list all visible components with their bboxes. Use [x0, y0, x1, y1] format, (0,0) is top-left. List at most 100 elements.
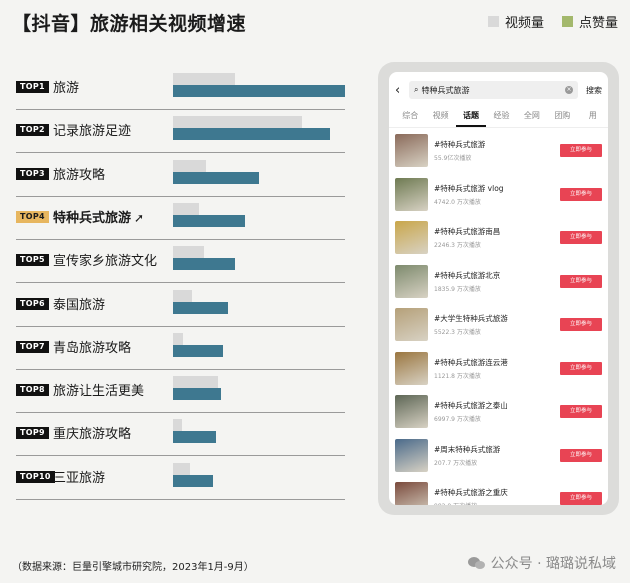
- tab-4[interactable]: 全网: [517, 105, 547, 127]
- back-arrow-icon[interactable]: ‹: [395, 83, 409, 98]
- topic-title: #特种兵式旅游 vlog: [434, 183, 504, 193]
- watermark: 公众号 · 璐璐说私域: [467, 553, 616, 573]
- wechat-icon: [467, 556, 486, 570]
- list-item[interactable]: #特种兵式旅游之重庆 982.0 万次播放 立即参与: [395, 478, 602, 505]
- phone-mockup: ‹ ⌕ 特种兵式旅游 × 搜索 综合 视频 话题 经验 全网 团购用 #特种兵式旅游 55.…: [378, 62, 619, 515]
- search-bar: ‹ ⌕ 特种兵式旅游 × 搜索: [395, 80, 602, 100]
- play-count: 207.7 万次播放: [434, 459, 478, 467]
- category-label: 三亚旅游: [53, 470, 106, 486]
- play-count: 6997.9 万次播放: [434, 416, 481, 423]
- data-source-note: （数据来源：巨量引擎城市研究院，2023年1月-9月）: [12, 562, 254, 573]
- search-query: 特种兵式旅游: [421, 85, 470, 95]
- join-button[interactable]: 立即参与: [560, 492, 602, 505]
- list-item[interactable]: #特种兵式旅游 vlog 4742.0 万次播放 立即参与: [395, 174, 602, 218]
- rank-badge: TOP4: [16, 210, 49, 223]
- watermark-text: 公众号 · 璐璐说私域: [490, 556, 616, 572]
- topic-title: #特种兵式旅游之重庆: [434, 488, 508, 497]
- rank-badge: TOP10: [16, 470, 55, 483]
- list-item[interactable]: #周末特种兵式旅游 207.7 万次播放 立即参与: [395, 435, 602, 479]
- category-label: 宣传家乡旅游文化: [53, 254, 158, 270]
- play-count: 982.0 万次播放: [434, 501, 477, 505]
- bar-like-count: [173, 301, 229, 314]
- search-button[interactable]: 搜索: [586, 85, 602, 96]
- chart-row: TOP7 青岛旅游攻略: [16, 328, 345, 370]
- topic-thumbnail: [395, 134, 428, 167]
- play-count: 5522.3 万次播放: [434, 329, 481, 336]
- category-label: 旅游攻略: [53, 167, 106, 183]
- phone-screen: ‹ ⌕ 特种兵式旅游 × 搜索 综合 视频 话题 经验 全网 团购用 #特种兵式旅游 55.…: [389, 72, 608, 505]
- rank-badge: TOP7: [16, 340, 49, 353]
- join-button[interactable]: 立即参与: [560, 274, 602, 288]
- join-button[interactable]: 立即参与: [560, 361, 602, 375]
- join-button[interactable]: 立即参与: [560, 318, 602, 331]
- join-button[interactable]: 立即参与: [560, 231, 602, 244]
- topic-title: #特种兵式旅游连云港: [434, 357, 508, 367]
- clear-icon[interactable]: ×: [565, 86, 573, 94]
- list-item[interactable]: #大学生特种兵式旅游 5522.3 万次播放 立即参与: [395, 304, 602, 348]
- bar-like-count: [173, 388, 222, 401]
- topic-title: #大学生特种兵式旅游: [434, 314, 508, 323]
- list-item[interactable]: #特种兵式旅游南昌 2246.3 万次播放 立即参与: [395, 217, 602, 261]
- bar-video-count: [173, 462, 191, 475]
- list-item[interactable]: #特种兵式旅游之泰山 6997.9 万次播放 立即参与: [395, 391, 602, 435]
- chart-row: TOP9 重庆旅游攻略: [16, 414, 345, 457]
- topic-thumbnail: [395, 438, 428, 472]
- bar-video-count: [173, 73, 235, 85]
- category-label: 重庆旅游攻略: [53, 427, 132, 443]
- bar-video-count: [173, 419, 182, 432]
- join-button[interactable]: 立即参与: [560, 144, 602, 157]
- chart-row: TOP4 特种兵式旅游 ➚: [16, 198, 345, 240]
- bar-like-count: [173, 128, 330, 141]
- category-label: 泰国旅游: [53, 297, 106, 313]
- bar-video-count: [173, 159, 206, 172]
- chart-row: TOP1 旅游: [16, 68, 345, 110]
- topic-thumbnail: [395, 482, 428, 505]
- bar-video-count: [173, 376, 218, 389]
- bar-video-count: [173, 332, 184, 345]
- rank-badge: TOP8: [16, 384, 49, 397]
- tab-6[interactable]: 用: [578, 105, 608, 127]
- bar-like-count: [173, 344, 223, 357]
- tab-divider: [389, 127, 608, 128]
- topic-title: #周末特种兵式旅游: [434, 444, 501, 454]
- list-item[interactable]: #特种兵式旅游北京 1835.9 万次播放 立即参与: [395, 261, 602, 305]
- join-button[interactable]: 立即参与: [560, 187, 602, 201]
- tab-3[interactable]: 经验: [486, 105, 516, 127]
- search-input[interactable]: ⌕ 特种兵式旅游 ×: [409, 81, 578, 99]
- tab-5[interactable]: 团购: [547, 105, 577, 127]
- join-button[interactable]: 立即参与: [560, 405, 602, 418]
- chart-row: TOP10 三亚旅游: [16, 458, 345, 500]
- category-label: 旅游让生活更美: [53, 384, 145, 400]
- tab-2[interactable]: 话题: [455, 105, 487, 127]
- category-label: 旅游: [53, 81, 80, 96]
- tab-0[interactable]: 综合: [395, 105, 425, 127]
- list-item[interactable]: #特种兵式旅游连云港 1121.8 万次播放 立即参与: [395, 348, 602, 392]
- topic-thumbnail: [395, 395, 428, 428]
- list-item[interactable]: #特种兵式旅游 55.9亿次播放 立即参与: [395, 130, 602, 174]
- topic-thumbnail: [395, 264, 428, 298]
- play-count: 4742.0 万次播放: [434, 198, 481, 206]
- legend: 视频量 点赞量: [487, 12, 618, 31]
- rank-badge: TOP2: [16, 124, 49, 137]
- bar-like-count: [173, 258, 235, 271]
- result-tabs: 综合 视频 话题 经验 全网 团购用: [389, 105, 608, 127]
- bar-video-count: [173, 202, 199, 215]
- join-button[interactable]: 立即参与: [560, 448, 602, 462]
- chart-row: TOP8 旅游让生活更美: [16, 371, 345, 414]
- chart-title: 【抖音】旅游相关视频增速: [12, 13, 247, 35]
- bar-like-count: [173, 171, 259, 184]
- rank-badge: TOP6: [16, 297, 49, 310]
- topic-thumbnail: [395, 221, 428, 254]
- bar-like-count: [173, 474, 213, 487]
- play-count: 1121.8 万次播放: [434, 372, 481, 380]
- topic-title: #特种兵式旅游: [434, 140, 486, 149]
- topic-title: #特种兵式旅游之泰山: [434, 401, 508, 410]
- tab-1[interactable]: 视频: [425, 105, 455, 127]
- topic-thumbnail: [395, 177, 428, 211]
- rank-badge: TOP1: [16, 81, 49, 93]
- play-count: 55.9亿次播放: [434, 155, 472, 162]
- chart-row: TOP6 泰国旅游: [16, 285, 345, 327]
- chart-row: TOP2 记录旅游足迹: [16, 111, 345, 154]
- search-icon: ⌕: [414, 85, 419, 94]
- category-label: 特种兵式旅游 ➚: [53, 210, 145, 226]
